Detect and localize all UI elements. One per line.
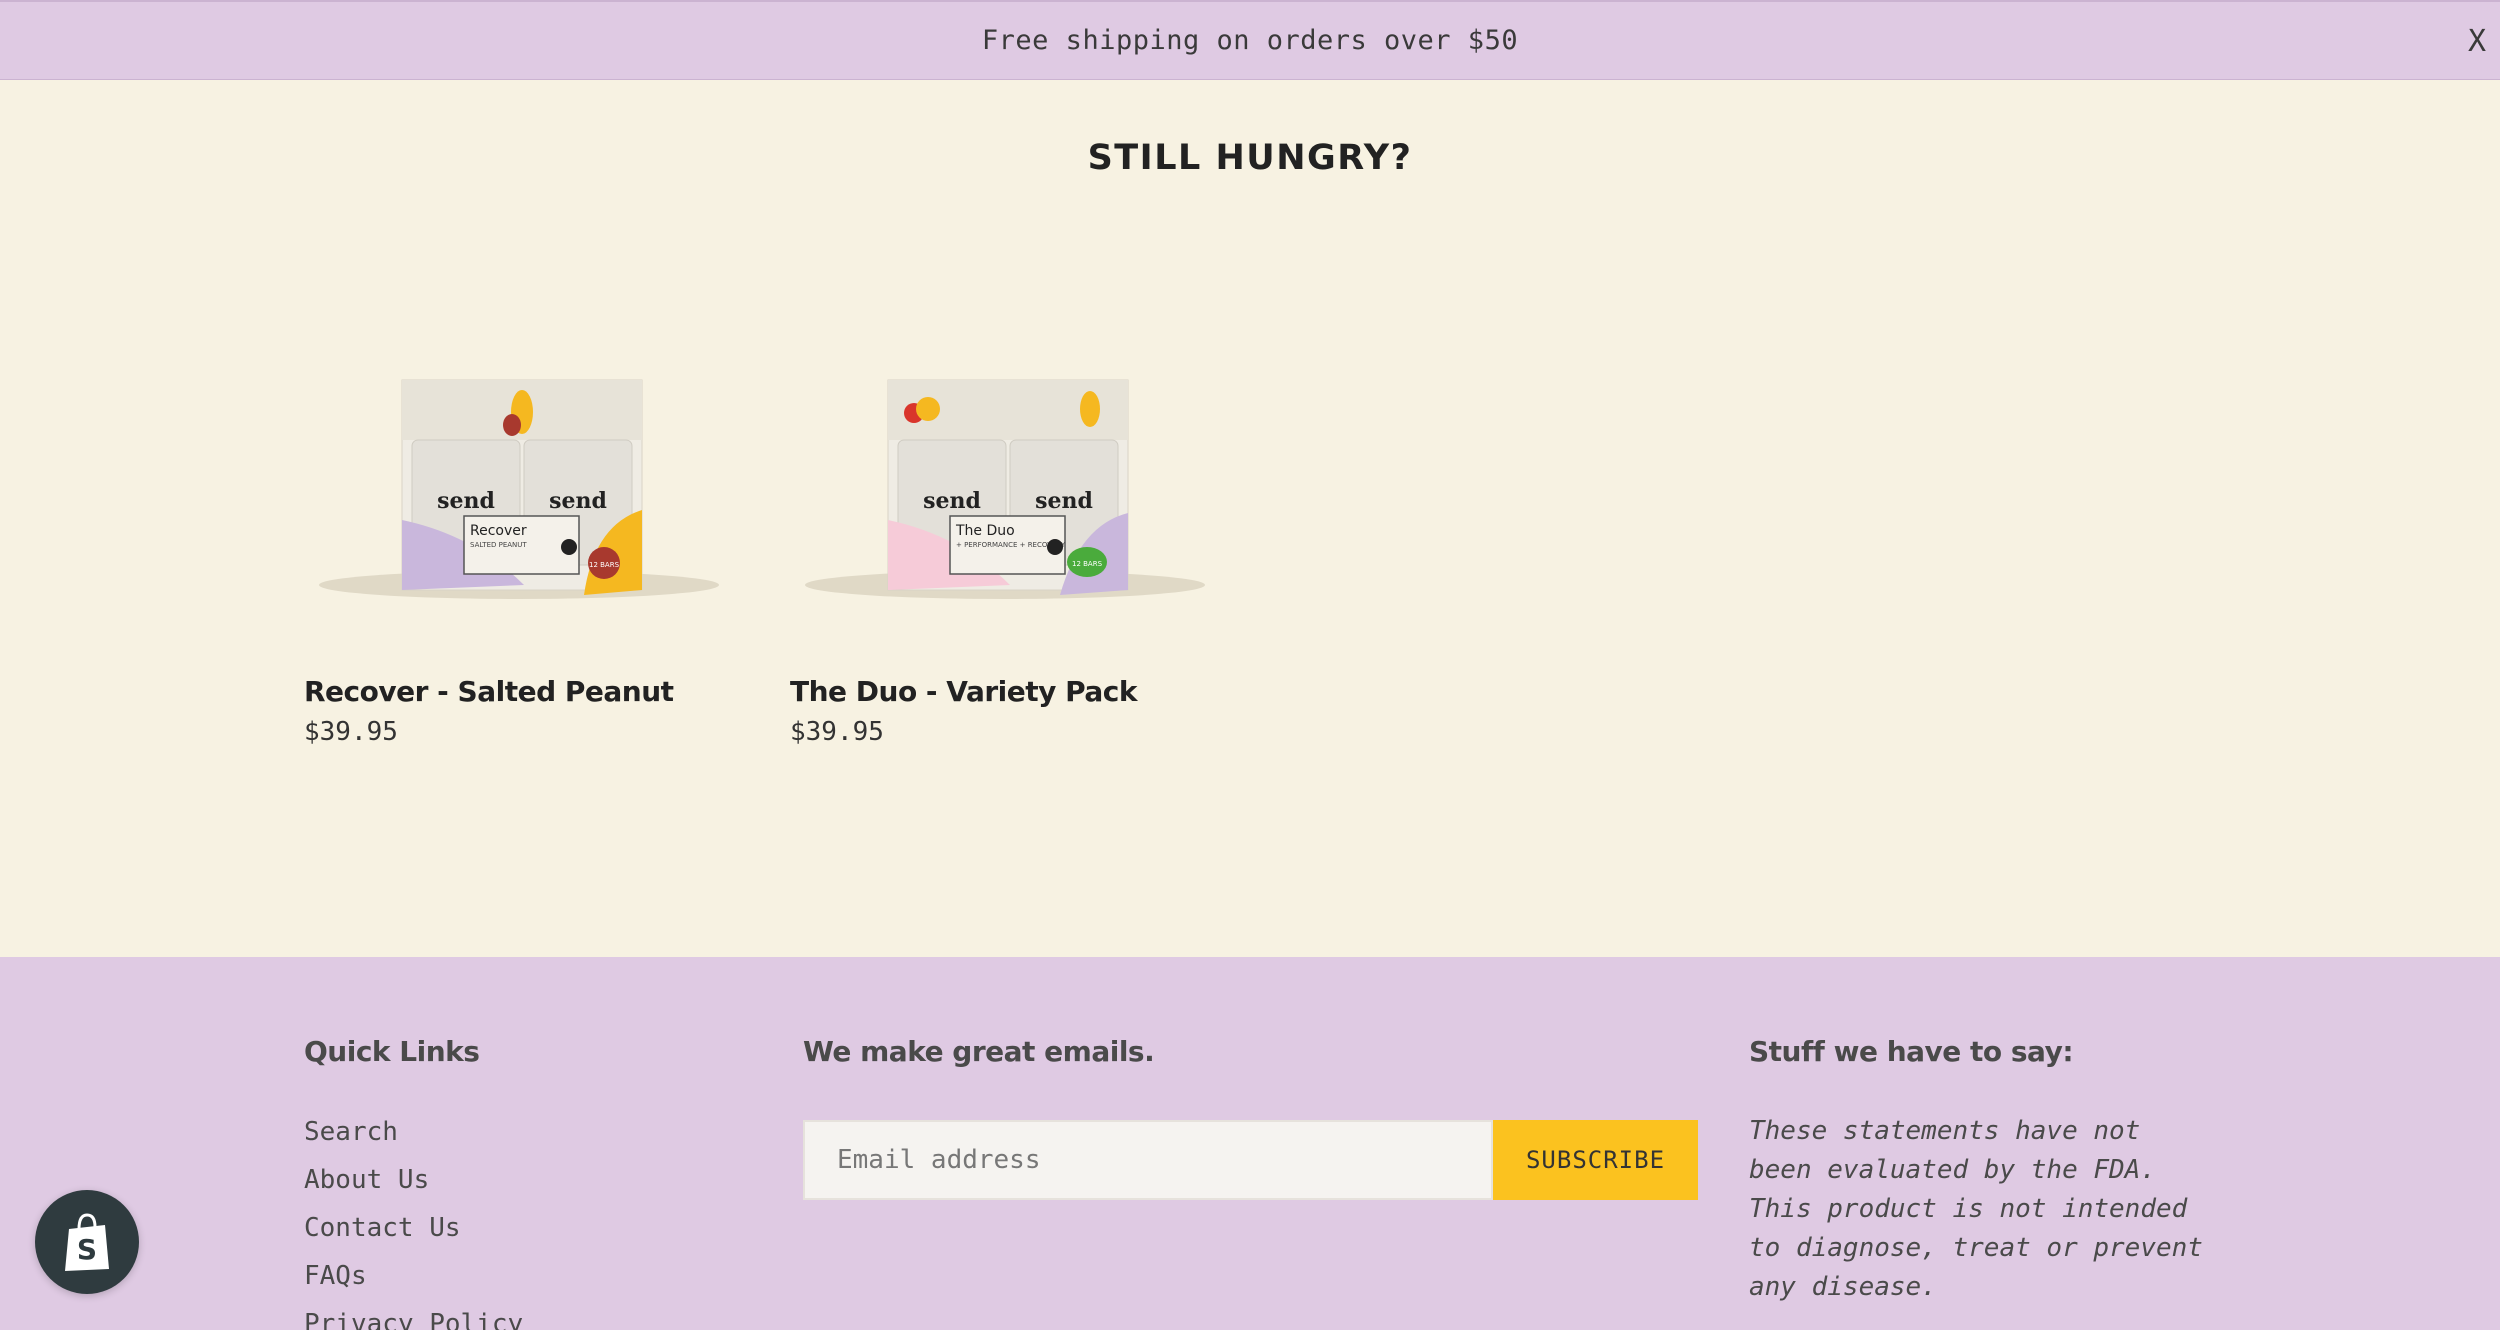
product-price: $39.95	[790, 717, 884, 747]
product-image[interactable]: send send Recover SALTED PEANUT 12 BARS	[304, 285, 734, 615]
box-count: 12 BARS	[1072, 560, 1103, 568]
legal-text: These statements have not been evaluated…	[1749, 1116, 2203, 1302]
newsletter-heading: We make great emails.	[803, 1035, 1155, 1068]
footer-link-search[interactable]: Search	[304, 1116, 523, 1164]
footer-link-about[interactable]: About Us	[304, 1164, 523, 1212]
box-brand-right: send	[1035, 488, 1093, 514]
section-title: STILL HUNGRY?	[1087, 138, 1413, 178]
legal-heading: Stuff we have to say:	[1749, 1035, 2074, 1068]
product-card[interactable]: send send Recover SALTED PEANUT 12 BARS …	[304, 285, 734, 747]
legal-column: Stuff we have to say: These statements h…	[1749, 1035, 2209, 1307]
product-image[interactable]: send send The Duo + PERFORMANCE + RECOVE…	[790, 285, 1220, 615]
footer-link-faqs[interactable]: FAQs	[304, 1260, 523, 1308]
announcement-text: Free shipping on orders over $50	[981, 25, 1519, 56]
subscribe-button[interactable]: SUBSCRIBE	[1493, 1120, 1698, 1200]
footer-link-privacy[interactable]: Privacy Policy	[304, 1308, 523, 1330]
newsletter-column: We make great emails. Email address SUBS…	[803, 1035, 1698, 1200]
newsletter-form: Email address SUBSCRIBE	[803, 1120, 1698, 1200]
box-name: Recover	[470, 523, 527, 539]
product-price: $39.95	[304, 717, 398, 747]
shopify-bag-icon[interactable]: S	[35, 1190, 139, 1294]
product-title[interactable]: The Duo - Variety Pack	[790, 675, 1138, 708]
box-brand-right: send	[549, 488, 607, 514]
related-products-section: STILL HUNGRY? send send Recover SALTED P…	[0, 80, 2500, 957]
box-flavor: SALTED PEANUT	[470, 541, 527, 549]
site-footer: Quick Links Search About Us Contact Us F…	[0, 957, 2500, 1330]
announcement-bar: Free shipping on orders over $50 X	[0, 0, 2500, 80]
product-title[interactable]: Recover - Salted Peanut	[304, 675, 674, 708]
footer-link-contact[interactable]: Contact Us	[304, 1212, 523, 1260]
product-card[interactable]: send send The Duo + PERFORMANCE + RECOVE…	[790, 285, 1220, 747]
svg-text:S: S	[77, 1233, 97, 1266]
quick-links-column: Quick Links Search About Us Contact Us F…	[304, 1035, 523, 1330]
box-brand-left: send	[923, 488, 981, 514]
box-name: The Duo	[955, 523, 1015, 539]
email-field[interactable]: Email address	[803, 1120, 1493, 1200]
box-count: 12 BARS	[589, 561, 620, 569]
quick-links-heading: Quick Links	[304, 1035, 480, 1068]
box-brand-left: send	[437, 488, 495, 514]
close-icon[interactable]: X	[2468, 24, 2486, 59]
